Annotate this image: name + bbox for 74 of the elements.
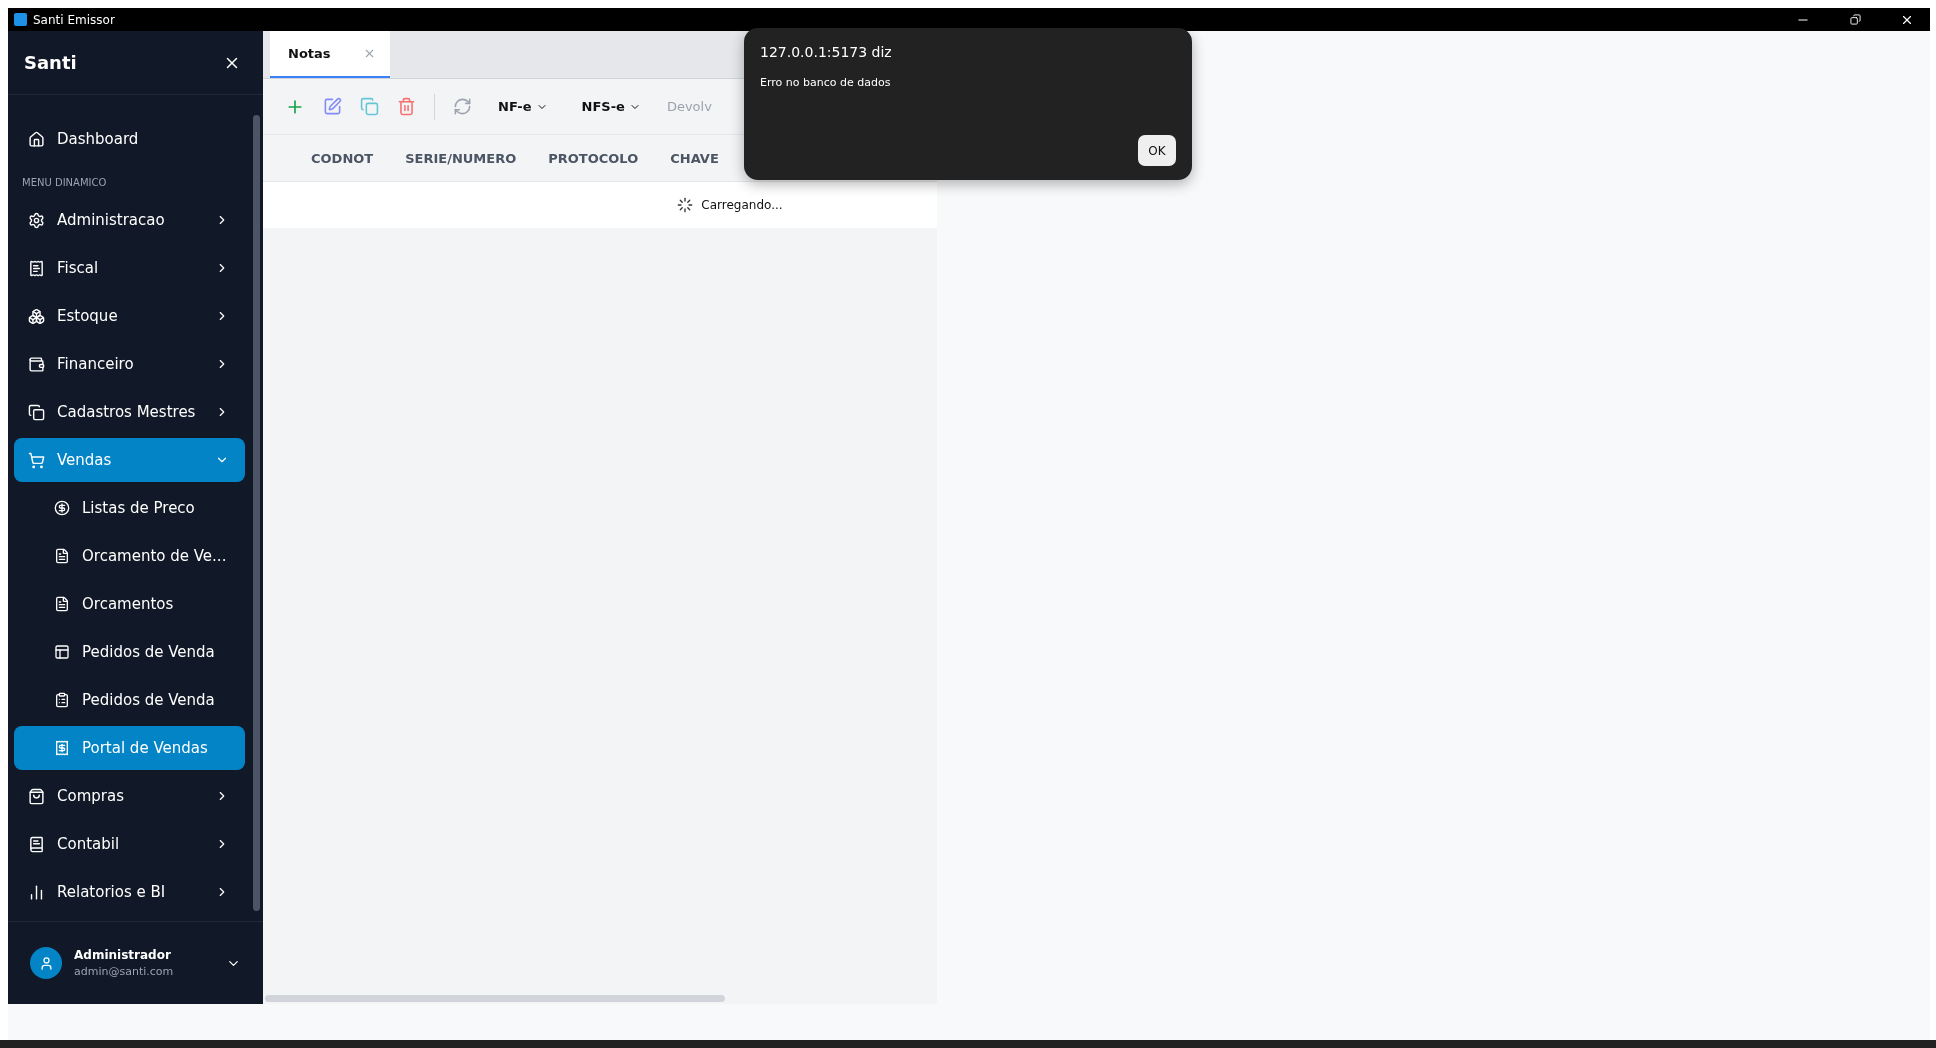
edit-icon[interactable] [323,97,342,116]
sidebar-item-label: Relatorios e BI [57,883,167,901]
sidebar-item-label: Compras [57,787,125,805]
avatar[interactable] [30,947,62,979]
tab[interactable]: Notas [270,31,390,78]
sidebar-item[interactable]: Administracao [14,198,245,242]
document-icon [54,548,70,564]
sidebar-item[interactable]: Relatorios e BI [14,870,245,914]
sidebar-item-label: Contabil [57,835,121,853]
sidebar-item[interactable]: Financeiro [14,342,245,386]
menu-section-label: MENU DINAMICO [21,176,108,190]
window-title: Santi Emissor [33,12,116,27]
dialog-title: 127.0.0.1:5173 diz [760,44,893,60]
dropdown-button[interactable]: NFS-e [573,99,649,114]
loading-text: Carregando... [701,198,783,212]
restore-icon[interactable] [1849,14,1861,25]
layout-icon [54,644,70,660]
copy-icon [28,403,45,421]
sidebar-subitem-label: Portal de Vendas [82,739,209,757]
column-header: PROTOCOLO [548,150,639,166]
gear-icon [28,211,45,229]
bar-chart-icon [28,883,45,901]
dropdown-button[interactable]: NF-e [490,99,556,114]
ok-button[interactable]: OK [1138,135,1176,166]
column-header: CODNOT [311,150,374,166]
sidebar-item[interactable]: Compras [14,774,245,818]
sidebar-subitem[interactable]: Pedidos de Venda [14,678,245,722]
sidebar-item[interactable]: Cadastros Mestres [14,390,245,434]
sidebar-subitem-label: Orcamento de Ve... [82,547,228,565]
sidebar-item-label: Administracao [57,211,166,229]
sidebar-subitem[interactable]: Pedidos de Venda [14,630,245,674]
sidebar-item-label: Financeiro [57,355,135,373]
receipt-icon [54,740,70,756]
sidebar-item[interactable]: Dashboard [14,117,245,161]
sidebar-item-label: Estoque [57,307,119,325]
sidebar-item-label: Dashboard [57,130,140,148]
wallet-icon [28,355,45,373]
refresh-icon[interactable] [453,97,472,116]
sidebar-subitem-label: Pedidos de Venda [82,643,216,661]
brand-title: Santi [24,52,77,73]
sidebar-item-label: Cadastros Mestres [57,403,197,421]
cart-icon [28,451,45,469]
boxes-icon [28,307,45,325]
trash-icon[interactable] [397,97,416,116]
sidebar-item[interactable]: Estoque [14,294,245,338]
sidebar-item[interactable]: Contabil [14,822,245,866]
column-header: CHAVE [670,150,719,166]
sidebar-subitem[interactable]: Orcamentos [14,582,245,626]
user-email: admin@santi.com [74,965,175,978]
sidebar-item[interactable]: Vendas [14,438,245,482]
sidebar-subitem[interactable]: Orcamento de Ve... [14,534,245,578]
scrollbar[interactable] [265,995,725,1002]
column-header: SERIE/NUMERO [405,150,517,166]
dialog-message: Erro no banco de dados [760,76,892,89]
bag-icon [28,787,45,805]
document-icon [54,596,70,612]
receipt-icon [28,259,45,277]
sidebar-subitem[interactable]: Listas de Preco [14,486,245,530]
tab-label: Notas [288,46,331,61]
sidebar-item-label: Vendas [57,451,113,469]
sidebar-subitem-label: Orcamentos [82,595,175,613]
sidebar-subitem[interactable]: Portal de Vendas [14,726,245,770]
book-icon [28,835,45,853]
sidebar-item-label: Fiscal [57,259,100,277]
dollar-icon [54,500,70,516]
copy-icon[interactable] [360,97,379,116]
sidebar-subitem-label: Pedidos de Venda [82,691,216,709]
spinner-icon [677,197,694,213]
app-icon [14,13,27,26]
clipboard-icon [54,692,70,708]
house-icon [28,130,45,148]
user-name: Administrador [74,948,172,962]
sidebar-subitem-label: Listas de Preco [82,499,196,517]
sidebar-item[interactable]: Fiscal [14,246,245,290]
